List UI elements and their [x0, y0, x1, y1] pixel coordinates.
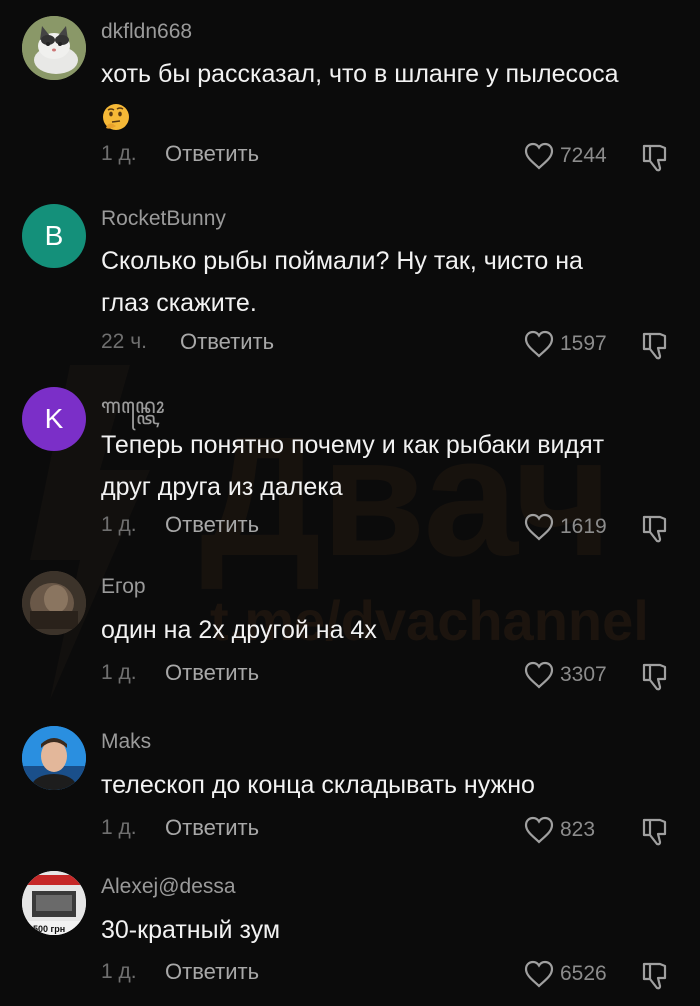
avatar[interactable]: [22, 726, 86, 790]
avatar[interactable]: B: [22, 204, 86, 268]
heart-icon: [524, 661, 554, 689]
timestamp: 1 д.: [101, 142, 137, 165]
dislike-icon[interactable]: [638, 958, 672, 992]
heart-icon: [524, 142, 554, 170]
thinking-face-icon: [103, 104, 129, 131]
dislike-icon[interactable]: [638, 814, 672, 848]
reply-button[interactable]: Ответить: [180, 329, 274, 355]
username[interactable]: RocketBunny: [101, 207, 226, 231]
reply-button[interactable]: Ответить: [165, 660, 259, 686]
user-photo-avatar: [22, 726, 86, 790]
like-button[interactable]: 6526: [524, 956, 612, 992]
like-button[interactable]: 1619: [524, 509, 612, 545]
like-count: 1597: [560, 332, 607, 355]
comment-meta: 1 д. Ответить 823: [101, 812, 672, 848]
like-count: 823: [560, 818, 596, 841]
timestamp: 1 д.: [101, 816, 137, 839]
comment-meta: 1 д. Ответить 3307: [101, 657, 672, 693]
timestamp: 1 д.: [101, 661, 137, 684]
like-count: 1619: [560, 515, 607, 538]
like-button[interactable]: 823: [524, 812, 612, 848]
like-count: 3307: [560, 663, 607, 686]
comment-meta: 1 д. Ответить 6526: [101, 956, 672, 992]
reply-button[interactable]: Ответить: [165, 141, 259, 167]
comment-text: Сколько рыбы поймали? Ну так, чисто на г…: [101, 247, 583, 317]
video-thumbnail-avatar: 1500 грн: [22, 871, 86, 935]
like-button[interactable]: 3307: [524, 657, 612, 693]
dislike-icon[interactable]: [638, 140, 672, 174]
timestamp: 1 д.: [101, 513, 137, 536]
heart-icon: [524, 960, 554, 988]
comment-text: 30-кратный зум: [101, 916, 281, 944]
avatar-letter: B: [44, 220, 64, 251]
username[interactable]: Alexej@dessa: [101, 875, 236, 899]
dislike-icon[interactable]: [638, 659, 672, 693]
comment-meta: 22 ч. Ответить 1597: [101, 326, 672, 362]
thumbnail-caption: 1500 грн: [28, 924, 65, 934]
heart-icon: [524, 513, 554, 541]
dislike-icon[interactable]: [638, 511, 672, 545]
dislike-icon[interactable]: [638, 328, 672, 362]
username[interactable]: Егор: [101, 575, 146, 599]
comment-text: один на 2х другой на 4х: [101, 616, 377, 644]
avatar[interactable]: 1500 грн: [22, 871, 86, 935]
comment-meta: 1 д. Ответить 1619: [101, 509, 672, 545]
user-photo-avatar: [22, 571, 86, 635]
heart-icon: [524, 816, 554, 844]
avatar[interactable]: [22, 571, 86, 635]
reply-button[interactable]: Ответить: [165, 959, 259, 985]
comment-meta: 1 д. Ответить 7244: [101, 138, 672, 174]
like-button[interactable]: 7244: [524, 138, 612, 174]
username[interactable]: Maks: [101, 730, 151, 754]
comment-text: хоть бы рассказал, что в шланге у пылесо…: [101, 53, 671, 137]
timestamp: 1 д.: [101, 960, 137, 983]
like-count: 7244: [560, 144, 607, 167]
like-button[interactable]: 1597: [524, 326, 612, 362]
avatar[interactable]: [22, 16, 86, 80]
reply-button[interactable]: Ответить: [165, 815, 259, 841]
comment-text: телескоп до конца складывать нужно: [101, 771, 535, 799]
cat-photo-avatar: [22, 16, 86, 80]
avatar-letter: K: [44, 403, 64, 434]
reply-button[interactable]: Ответить: [165, 512, 259, 538]
username[interactable]: dkfldn668: [101, 20, 192, 44]
comment-text: Теперь понятно почему и как рыбаки видят…: [101, 431, 605, 501]
avatar[interactable]: K: [22, 387, 86, 451]
timestamp: 22 ч.: [101, 330, 147, 353]
like-count: 6526: [560, 962, 607, 985]
heart-icon: [524, 330, 554, 358]
